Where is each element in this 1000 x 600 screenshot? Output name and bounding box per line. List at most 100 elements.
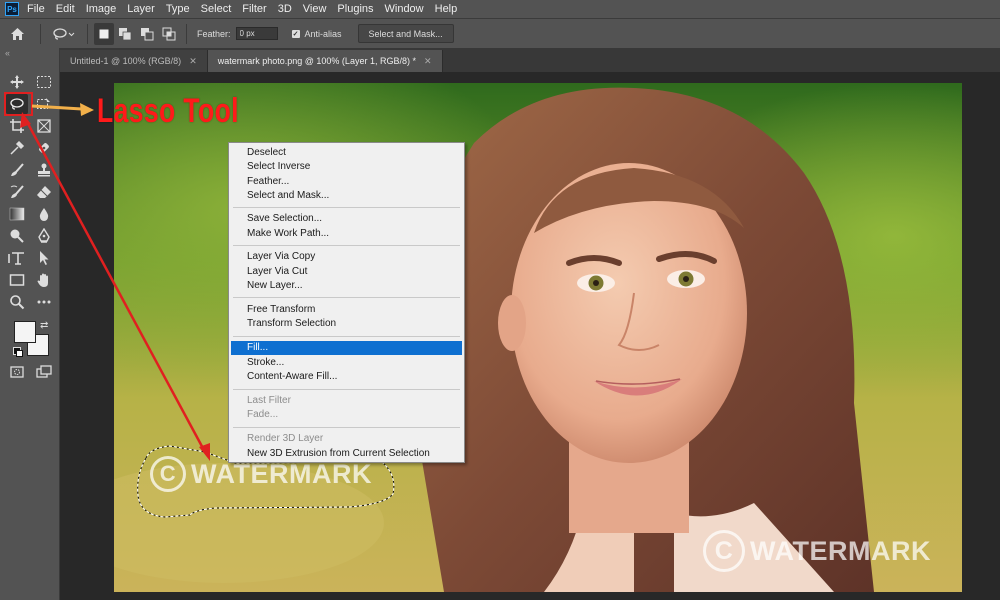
tab-label: watermark photo.png @ 100% (Layer 1, RGB…: [217, 56, 416, 66]
history-brush-tool[interactable]: [6, 182, 28, 202]
menu-item-deselect[interactable]: Deselect: [231, 146, 462, 160]
menu-separator: [233, 207, 460, 208]
menu-window[interactable]: Window: [385, 3, 424, 15]
copyright-symbol: C: [714, 536, 734, 565]
tab-label: Untitled-1 @ 100% (RGB/8): [70, 56, 182, 66]
quick-mask-icon: [10, 366, 24, 378]
zoom-tool[interactable]: [6, 292, 28, 312]
pen-tool[interactable]: [33, 226, 55, 246]
menu-item-fade: Fade...: [247, 409, 279, 420]
menu-item-make-work-path[interactable]: Make Work Path...: [231, 227, 462, 241]
menu-item-save-selection[interactable]: Save Selection...: [231, 212, 462, 226]
dodge-icon: [10, 229, 24, 243]
menu-item-free-transform[interactable]: Free Transform: [231, 303, 462, 317]
marquee-tool[interactable]: [33, 72, 55, 92]
menu-item-select-inverse[interactable]: Select Inverse: [231, 160, 462, 174]
subtract-selection-icon: [141, 27, 154, 40]
eraser-icon: [37, 186, 51, 198]
screen-mode-button[interactable]: [33, 362, 55, 382]
lasso-icon: [10, 98, 24, 110]
menu-help[interactable]: Help: [435, 3, 458, 15]
foreground-color-swatch[interactable]: [14, 321, 36, 343]
move-tool[interactable]: [6, 72, 28, 92]
more-tools-button[interactable]: [33, 292, 55, 312]
subtract-from-selection-button[interactable]: [136, 23, 158, 45]
more-icon: [37, 300, 51, 304]
eyedropper-icon: [10, 140, 25, 155]
close-icon[interactable]: ✕: [189, 56, 197, 67]
feather-label: Feather:: [197, 28, 231, 39]
menu-item-stroke[interactable]: Stroke...: [231, 356, 462, 370]
lasso-preset-picker[interactable]: [47, 20, 81, 48]
frame-tool[interactable]: [33, 116, 55, 136]
new-selection-button[interactable]: [94, 22, 114, 45]
menu-filter[interactable]: Filter: [242, 3, 266, 15]
zoom-icon: [10, 295, 25, 310]
intersect-selection-button[interactable]: [158, 23, 180, 45]
tab-watermark-photo[interactable]: watermark photo.png @ 100% (Layer 1, RGB…: [207, 50, 443, 72]
watermark-text: WATERMARK: [191, 458, 372, 489]
new-selection-icon: [99, 29, 109, 38]
object-selection-tool[interactable]: [33, 94, 55, 114]
eyedropper-tool[interactable]: [6, 138, 28, 158]
menu-item-layer-via-cut[interactable]: Layer Via Cut: [231, 265, 462, 279]
stamp-icon: [38, 163, 50, 177]
hand-icon: [37, 273, 48, 287]
antialias-label: Anti-alias: [304, 28, 342, 39]
lasso-tool[interactable]: [6, 94, 28, 114]
rectangle-tool[interactable]: [6, 270, 28, 290]
close-icon[interactable]: ✕: [424, 56, 432, 67]
rectangle-icon: [9, 274, 25, 286]
menu-plugins[interactable]: Plugins: [337, 3, 373, 15]
watermark-text: WATERMARK: [750, 535, 931, 566]
brush-tool[interactable]: [6, 160, 28, 180]
menu-image[interactable]: Image: [86, 3, 117, 15]
quick-mask-button[interactable]: [6, 362, 28, 382]
copyright-icon: C: [150, 456, 186, 492]
healing-brush-tool[interactable]: [33, 138, 55, 158]
crop-tool[interactable]: [6, 116, 28, 136]
menu-item-transform-selection[interactable]: Transform Selection: [231, 317, 462, 331]
menu-view[interactable]: View: [303, 3, 327, 15]
menu-layer[interactable]: Layer: [127, 3, 155, 15]
feather-input[interactable]: [235, 27, 278, 40]
hand-tool[interactable]: [33, 270, 55, 290]
type-tool[interactable]: [6, 248, 28, 268]
add-to-selection-button[interactable]: [114, 23, 136, 45]
blur-tool[interactable]: [33, 204, 55, 224]
menu-type[interactable]: Type: [166, 3, 190, 15]
menu-item-feather[interactable]: Feather...: [231, 175, 462, 189]
menu-item-new-3d-extrusion[interactable]: New 3D Extrusion from Current Selection: [231, 447, 462, 461]
antialias-checkbox[interactable]: ✓: [291, 29, 300, 38]
home-button[interactable]: [0, 20, 34, 48]
add-selection-icon: [119, 27, 132, 40]
gradient-tool[interactable]: [6, 204, 28, 224]
dodge-tool[interactable]: [6, 226, 28, 246]
menu-item-new-layer[interactable]: New Layer...: [231, 279, 462, 293]
move-icon: [10, 75, 24, 89]
arrow-cursor-icon: [40, 251, 49, 265]
divider: [40, 23, 41, 44]
collapse-panel-icon[interactable]: ‹‹: [5, 48, 10, 58]
swap-colors-icon[interactable]: ⇄: [40, 320, 48, 331]
menu-3d[interactable]: 3D: [278, 3, 292, 15]
select-and-mask-button[interactable]: Select and Mask...: [357, 24, 454, 43]
tab-untitled-1[interactable]: Untitled-1 @ 100% (RGB/8) ✕: [60, 50, 208, 72]
divider: [186, 23, 187, 44]
photoshop-logo: Ps: [5, 2, 19, 16]
clone-stamp-tool[interactable]: [33, 160, 55, 180]
screen-mode-icon: [36, 365, 52, 378]
menu-item-content-aware-fill[interactable]: Content-Aware Fill...: [231, 370, 462, 384]
menu-file[interactable]: File: [27, 3, 45, 15]
default-colors-icon[interactable]: [13, 347, 23, 357]
lasso-tool-callout: Lasso Tool: [97, 92, 239, 130]
intersect-selection-icon: [162, 27, 176, 40]
path-selection-tool[interactable]: [33, 248, 55, 268]
menu-edit[interactable]: Edit: [56, 3, 75, 15]
menu-item-layer-via-copy[interactable]: Layer Via Copy: [231, 250, 462, 264]
menu-item-select-and-mask[interactable]: Select and Mask...: [231, 189, 462, 203]
menu-select[interactable]: Select: [201, 3, 232, 15]
menu-item-fill[interactable]: Fill...: [231, 341, 462, 355]
eraser-tool[interactable]: [33, 182, 55, 202]
menu-separator: [233, 336, 460, 337]
